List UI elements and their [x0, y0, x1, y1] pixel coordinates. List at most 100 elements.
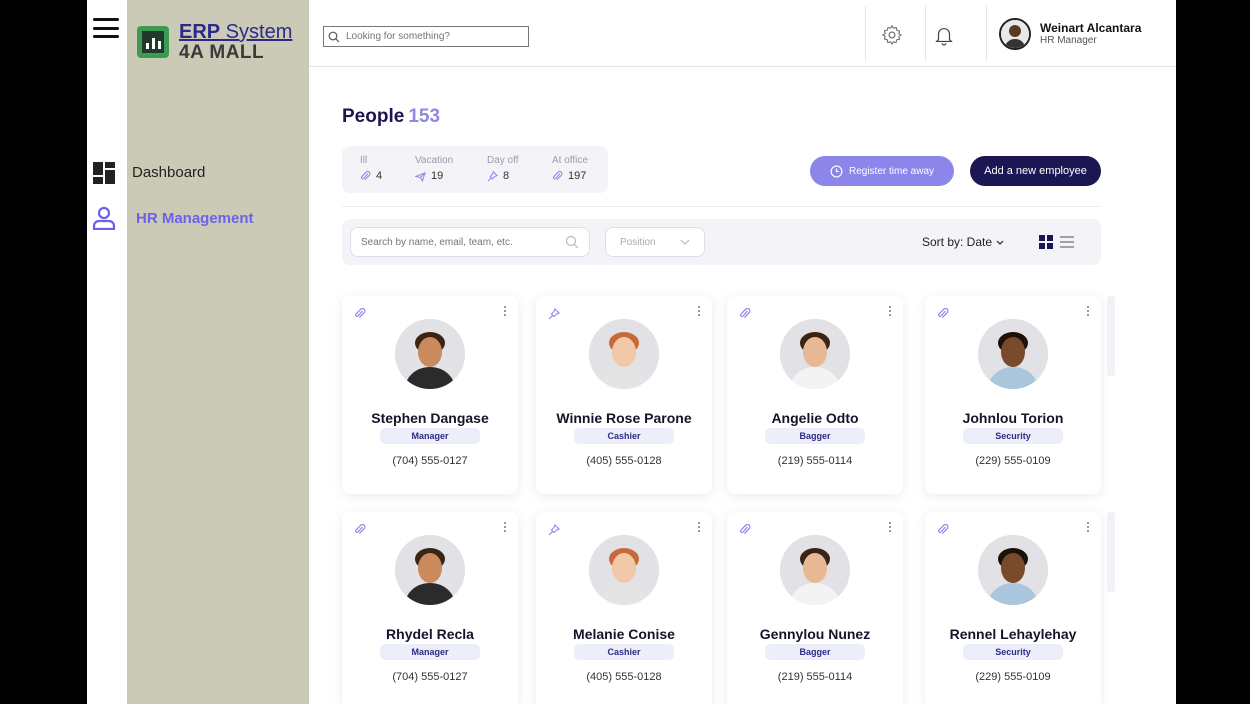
- employee-name: Angelie Odto: [771, 410, 859, 426]
- employee-name: Melanie Conise: [573, 626, 675, 642]
- employee-phone: (219) 555-0114: [777, 455, 853, 467]
- paperclip-icon: [355, 308, 366, 319]
- card-edge: [1107, 296, 1115, 376]
- divider: [342, 206, 1101, 207]
- user-role: HR Manager: [1040, 35, 1097, 47]
- more-options-icon[interactable]: [1085, 306, 1091, 322]
- card-edge: [1107, 512, 1115, 592]
- avatar: [395, 535, 465, 605]
- paperclip-icon: [938, 308, 949, 319]
- sidebar-item-hr-management[interactable]: HR Management: [136, 210, 254, 227]
- list-view-icon[interactable]: [1060, 235, 1074, 249]
- bell-icon[interactable]: [933, 24, 955, 46]
- employee-phone: (405) 555-0128: [586, 455, 662, 467]
- employee-card[interactable]: Stephen Dangase Manager (704) 555-0127: [342, 296, 518, 494]
- position-dropdown[interactable]: Position: [605, 227, 705, 257]
- user-icon[interactable]: [92, 206, 116, 230]
- more-options-icon[interactable]: [696, 522, 702, 538]
- role-badge: Bagger: [765, 428, 865, 444]
- left-rail: [87, 0, 127, 704]
- employee-search[interactable]: [350, 227, 590, 257]
- stat-vacation: Vacation 19: [415, 155, 454, 182]
- register-time-away-button[interactable]: Register time away: [810, 156, 954, 186]
- more-options-icon[interactable]: [696, 306, 702, 322]
- add-employee-button[interactable]: Add a new employee: [970, 156, 1101, 186]
- divider: [925, 6, 926, 61]
- sidebar-item-dashboard[interactable]: Dashboard: [132, 164, 205, 181]
- app-window: ERP System 4A MALL Dashboard HR Manageme…: [87, 0, 1176, 704]
- logo-icon: [137, 26, 169, 58]
- role-badge: Manager: [380, 644, 480, 660]
- pin-icon: [548, 524, 560, 536]
- employee-name: Rhydel Recla: [386, 626, 474, 642]
- paperclip-icon: [360, 170, 371, 180]
- logo-title: ERP System: [179, 21, 293, 43]
- role-badge: Cashier: [574, 644, 674, 660]
- employee-card[interactable]: Rennel Lehaylehay Security (229) 555-0109: [925, 512, 1101, 704]
- logo-subtitle: 4A MALL: [179, 42, 265, 63]
- avatar: [780, 319, 850, 389]
- more-options-icon[interactable]: [502, 522, 508, 538]
- paperclip-icon: [355, 524, 366, 535]
- user-name: Weinart Alcantara: [1040, 20, 1142, 35]
- paperclip-icon: [740, 308, 751, 319]
- gear-icon[interactable]: [881, 24, 903, 46]
- paperclip-icon: [740, 524, 751, 535]
- paperclip-icon: [938, 524, 949, 535]
- more-options-icon[interactable]: [887, 306, 893, 322]
- employee-card[interactable]: Rhydel Recla Manager (704) 555-0127: [342, 512, 518, 704]
- employee-phone: (405) 555-0128: [586, 671, 662, 683]
- avatar: [978, 319, 1048, 389]
- global-search-input[interactable]: [346, 31, 516, 42]
- employee-phone: (219) 555-0114: [777, 671, 853, 683]
- employee-name: Winnie Rose Parone: [556, 410, 692, 426]
- chevron-down-icon: [996, 240, 1004, 245]
- divider: [986, 6, 987, 61]
- search-icon: [565, 235, 579, 249]
- clock-icon: [830, 165, 843, 177]
- avatar: [978, 535, 1048, 605]
- role-badge: Security: [963, 428, 1063, 444]
- avatar[interactable]: [999, 18, 1031, 50]
- employee-phone: (229) 555-0109: [975, 671, 1051, 683]
- employee-phone: (704) 555-0127: [392, 671, 468, 683]
- menu-icon[interactable]: [93, 18, 119, 38]
- user-profile[interactable]: Weinart Alcantara HR Manager: [999, 18, 1141, 50]
- employee-search-input[interactable]: [361, 236, 565, 248]
- role-badge: Security: [963, 644, 1063, 660]
- employee-card[interactable]: Gennylou Nunez Bagger (219) 555-0114: [727, 512, 903, 704]
- role-badge: Manager: [380, 428, 480, 444]
- top-bar: Weinart Alcantara HR Manager: [309, 0, 1176, 67]
- role-badge: Cashier: [574, 428, 674, 444]
- stat-ill: Ill 4: [360, 155, 383, 182]
- stat-day-off: Day off 8: [487, 155, 519, 182]
- employee-card[interactable]: Johnlou Torion Security (229) 555-0109: [925, 296, 1101, 494]
- more-options-icon[interactable]: [502, 306, 508, 322]
- avatar: [589, 535, 659, 605]
- plane-icon: [415, 171, 426, 182]
- avatar: [780, 535, 850, 605]
- search-icon: [328, 31, 340, 42]
- filter-bar: Position Sort by: Date: [342, 219, 1101, 265]
- grid-view-icon[interactable]: [1039, 235, 1053, 249]
- employee-name: Gennylou Nunez: [759, 626, 871, 642]
- employee-card[interactable]: Angelie Odto Bagger (219) 555-0114: [727, 296, 903, 494]
- dashboard-icon[interactable]: [92, 161, 116, 185]
- employee-name: Rennel Lehaylehay: [949, 626, 1077, 642]
- role-badge: Bagger: [765, 644, 865, 660]
- stat-at-office: At office 197: [552, 155, 588, 182]
- more-options-icon[interactable]: [887, 522, 893, 538]
- sidebar: ERP System 4A MALL Dashboard HR Manageme…: [127, 0, 309, 704]
- chevron-down-icon: [680, 239, 690, 245]
- global-search[interactable]: [323, 26, 529, 47]
- employee-card[interactable]: Winnie Rose Parone Cashier (405) 555-0128: [536, 296, 712, 494]
- people-count: 153: [408, 106, 441, 127]
- more-options-icon[interactable]: [1085, 522, 1091, 538]
- pin-icon: [548, 308, 560, 320]
- pin-icon: [487, 170, 498, 181]
- employee-card[interactable]: Melanie Conise Cashier (405) 555-0128: [536, 512, 712, 704]
- app-logo[interactable]: ERP System 4A MALL: [137, 22, 292, 62]
- sort-dropdown[interactable]: Sort by: Date: [922, 235, 1004, 249]
- employee-name: Stephen Dangase: [371, 410, 489, 426]
- page-title: People 153: [342, 106, 441, 127]
